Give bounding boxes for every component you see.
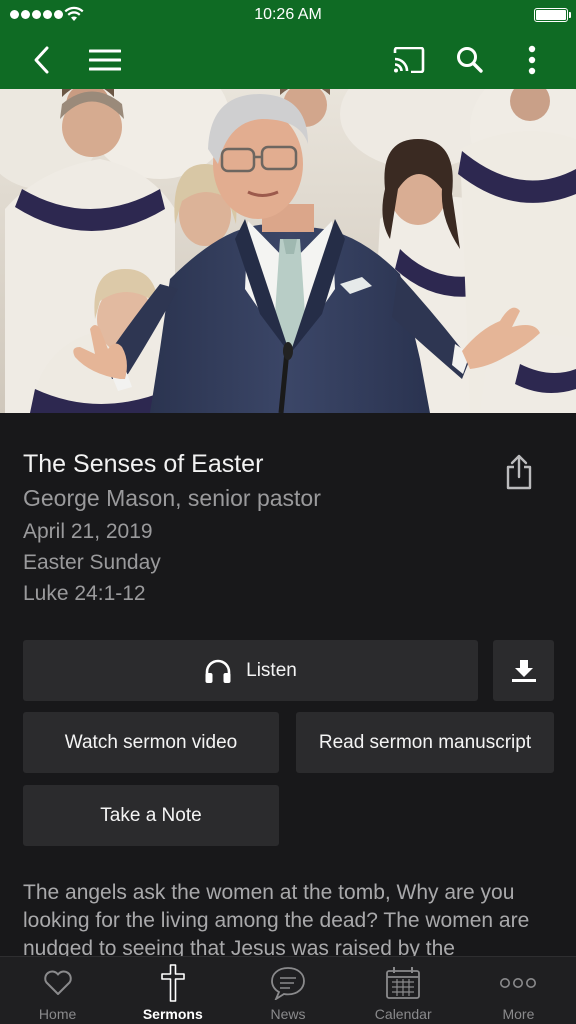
- take-note-button[interactable]: Take a Note: [23, 785, 279, 846]
- sermon-details: The Senses of Easter George Mason, senio…: [0, 413, 576, 960]
- back-icon: [34, 46, 49, 74]
- more-vertical-icon: [528, 45, 536, 75]
- status-time: 10:26 AM: [254, 6, 322, 23]
- share-icon: [506, 454, 532, 490]
- download-icon: [511, 659, 536, 682]
- headphones-icon: [205, 659, 231, 683]
- chat-bubble-icon: [230, 965, 345, 1001]
- tab-sermons[interactable]: Sermons: [115, 957, 230, 1024]
- cast-icon: [393, 47, 425, 73]
- heart-icon: [0, 965, 115, 1001]
- sermon-detail-screen: 10:26 AM The Senses of Easter George Mas…: [0, 0, 576, 1024]
- tab-label-news: News: [270, 1006, 306, 1022]
- overflow-menu-button[interactable]: [510, 38, 554, 82]
- sermon-occasion: Easter Sunday: [23, 551, 161, 574]
- tab-news[interactable]: News: [230, 957, 345, 1024]
- tab-calendar[interactable]: Calendar: [346, 957, 461, 1024]
- listen-button[interactable]: Listen: [23, 640, 478, 701]
- bottom-tab-bar: Home Sermons News Calendar More: [0, 956, 576, 1024]
- share-button[interactable]: [500, 451, 538, 493]
- sermon-scripture: Luke 24:1-12: [23, 582, 146, 605]
- battery-icon: [534, 8, 571, 22]
- menu-button[interactable]: [83, 38, 127, 82]
- status-bar: 10:26 AM: [0, 0, 576, 30]
- tab-home[interactable]: Home: [0, 957, 115, 1024]
- sermon-hero-image: [0, 89, 576, 413]
- menu-icon: [89, 49, 121, 71]
- download-button[interactable]: [493, 640, 554, 701]
- tab-label-more: More: [502, 1006, 535, 1022]
- sermon-description: The angels ask the women at the tomb, Wh…: [23, 881, 530, 960]
- watch-video-label: Watch sermon video: [64, 731, 238, 753]
- sermon-title: The Senses of Easter: [23, 450, 264, 478]
- search-icon: [457, 47, 483, 73]
- take-note-label: Take a Note: [100, 804, 202, 826]
- tab-label-sermons: Sermons: [142, 1006, 203, 1022]
- preacher-photo: [0, 89, 576, 413]
- sermon-date: April 21, 2019: [23, 520, 153, 543]
- read-manuscript-label: Read sermon manuscript: [318, 731, 532, 753]
- watch-video-button[interactable]: Watch sermon video: [23, 712, 279, 773]
- search-button[interactable]: [448, 38, 492, 82]
- sermon-speaker: George Mason, senior pastor: [23, 485, 321, 511]
- more-dots-icon: [461, 965, 576, 1001]
- calendar-icon: [346, 965, 461, 1001]
- tab-more[interactable]: More: [461, 957, 576, 1024]
- top-toolbar: [0, 30, 576, 89]
- cast-button[interactable]: [387, 38, 431, 82]
- cross-icon: [115, 964, 230, 1002]
- back-button[interactable]: [20, 38, 64, 82]
- listen-label: Listen: [246, 659, 297, 681]
- tab-label-home: Home: [38, 1006, 77, 1022]
- read-manuscript-button[interactable]: Read sermon manuscript: [296, 712, 554, 773]
- tab-label-calendar: Calendar: [374, 1006, 432, 1022]
